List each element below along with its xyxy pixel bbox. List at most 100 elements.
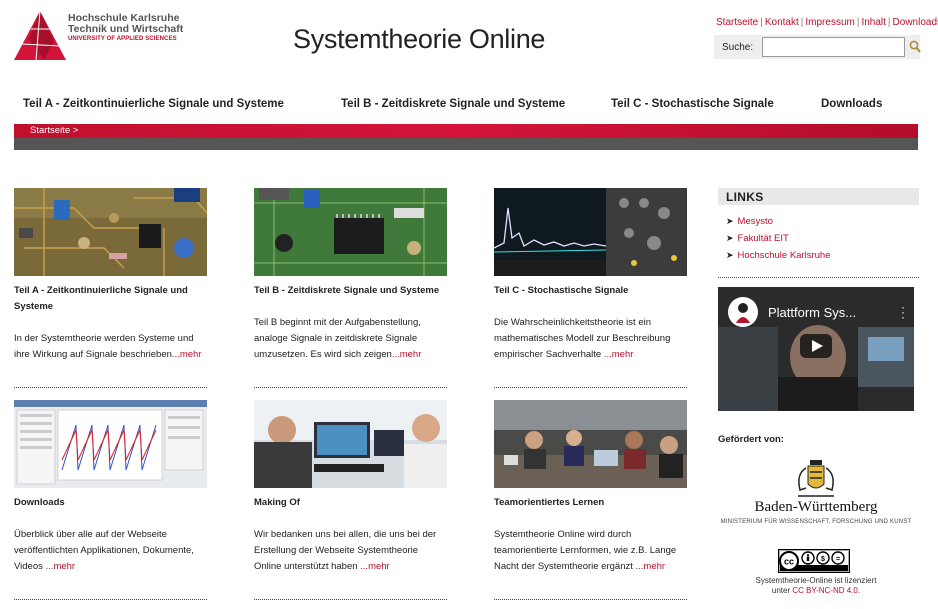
top-link-separator: | (800, 17, 804, 28)
svg-text:cc: cc (784, 557, 794, 567)
students-learning-image[interactable] (494, 400, 687, 488)
card-description: Überblick über alle auf der Webseite ver… (14, 529, 194, 572)
card-description: Die Wahrscheinlichkeitstheorie ist ein m… (494, 317, 671, 360)
card-title[interactable]: Teil A - Zeitkontinuierliche Signale und… (14, 283, 207, 315)
video-title[interactable]: Plattform Sys... (768, 305, 856, 320)
top-link-impressum[interactable]: Impressum (805, 17, 854, 28)
card-description: In der Systemtheorie werden Systeme und … (14, 333, 194, 360)
cc-license-badge[interactable]: cc $ = (778, 549, 850, 573)
more-link[interactable]: ...mehr (392, 349, 422, 360)
list-item: ➤ Hochschule Karlsruhe (726, 247, 830, 264)
funder-name: Baden-Württemberg (754, 499, 878, 515)
play-icon[interactable] (800, 334, 832, 358)
nav-teil-a[interactable]: Teil A - Zeitkontinuierliche Signale und… (23, 98, 284, 110)
funder-logo[interactable]: Baden-Württemberg MINISTERIUM FÜR WISSEN… (718, 460, 914, 530)
funded-by-label: Gefördert von: (718, 434, 784, 445)
nav-teil-b[interactable]: Teil B - Zeitdiskrete Signale und System… (341, 98, 565, 110)
card-title[interactable]: Teamorientiertes Lernen (494, 495, 687, 511)
list-item: ➤ Fakultät EIT (726, 230, 830, 247)
channel-avatar[interactable] (728, 297, 758, 327)
main-navigation: Teil A - Zeitkontinuierliche Signale und… (0, 98, 938, 116)
gray-divider-bar (14, 138, 918, 150)
university-logo[interactable]: Hochschule Karlsruhe Technik und Wirtsch… (14, 11, 184, 61)
search-icon[interactable] (909, 40, 921, 54)
top-link-kontakt[interactable]: Kontakt (765, 17, 799, 28)
card-divider (14, 387, 207, 388)
logo-line-2: Technik und Wirtschaft (68, 23, 184, 35)
card-title[interactable]: Making Of (254, 495, 447, 511)
logo-line-3: UNIVERSITY OF APPLIED SCIENCES (68, 36, 177, 42)
sidebar-divider (718, 277, 919, 278)
links-list: ➤ Mesysto ➤ Fakultät EIT ➤ Hochschule Karls… (726, 213, 830, 264)
coat-of-arms-icon (798, 460, 834, 497)
license-line-2: unter CC BY-NC-ND 4.0. (718, 586, 914, 596)
link-mesysto[interactable]: Mesysto (738, 216, 773, 227)
svg-text:$: $ (821, 556, 825, 563)
funder-ministry: MINISTERIUM FÜR WISSENSCHAFT, FORSCHUNG … (720, 519, 912, 525)
university-name: Hochschule Karlsruhe Technik und Wirtsch… (68, 13, 183, 43)
nav-teil-c[interactable]: Teil C - Stochastische Signale (611, 98, 774, 110)
top-link-downloads[interactable]: Downloads (893, 17, 938, 28)
search-label: Suche: (722, 42, 754, 53)
card-text: Wir bedanken uns bei allen, die uns bei … (254, 527, 447, 575)
card-making-of: Making Of Wir bedanken uns bei allen, di… (254, 400, 447, 600)
card-teil-b: Teil B - Zeitdiskrete Signale und System… (254, 188, 447, 388)
site-title: Systemtheorie Online (293, 24, 546, 54)
links-heading: LINKS (718, 188, 919, 205)
arrow-right-icon: ➤ (726, 250, 734, 260)
card-divider (254, 599, 447, 600)
card-description: Wir bedanken uns bei allen, die uns bei … (254, 529, 437, 572)
card-divider (14, 599, 207, 600)
top-link-startseite[interactable]: Startseite (716, 17, 758, 28)
card-text: Teil B beginnt mit der Aufgabenstellung,… (254, 315, 447, 363)
university-logo-icon (14, 11, 66, 61)
card-text: Systemtheorie Online wird durch teamorie… (494, 527, 687, 575)
license-link[interactable]: CC BY-NC-ND 4.0 (792, 586, 858, 595)
link-fakultaet-eit[interactable]: Fakultät EIT (738, 233, 789, 244)
card-downloads: Downloads Überblick über alle auf der We… (14, 400, 207, 600)
card-teil-a: Teil A - Zeitkontinuierliche Signale und… (14, 188, 207, 388)
breadcrumb[interactable]: Startseite > (30, 125, 78, 136)
license-text: Systemtheorie-Online ist lizenziert unte… (718, 576, 914, 595)
list-item: ➤ Mesysto (726, 213, 830, 230)
more-link[interactable]: ...mehr (172, 349, 202, 360)
more-link[interactable]: ...mehr (633, 561, 666, 572)
card-title[interactable]: Downloads (14, 495, 207, 511)
top-links: Startseite | Kontakt | Impressum | Inhalt | Down… (716, 17, 938, 28)
oscilloscope-image[interactable] (494, 188, 687, 276)
card-text: Die Wahrscheinlichkeitstheorie ist ein m… (494, 315, 687, 363)
svg-text:=: = (836, 556, 840, 563)
card-title[interactable]: Teil C - Stochastische Signale (494, 283, 687, 299)
card-divider (494, 387, 687, 388)
arrow-right-icon: ➤ (726, 233, 734, 243)
card-divider (494, 599, 687, 600)
breadcrumb-bar: Startseite > (14, 124, 918, 138)
arrow-right-icon: ➤ (726, 216, 734, 226)
card-text: In der Systemtheorie werden Systeme und … (14, 331, 207, 363)
license-line-1: Systemtheorie-Online ist lizenziert (755, 576, 877, 585)
search-input[interactable] (762, 37, 905, 57)
software-screenshot-image[interactable] (14, 400, 207, 488)
license-prefix: unter (771, 585, 793, 595)
nav-downloads[interactable]: Downloads (821, 98, 882, 110)
top-link-inhalt[interactable]: Inhalt (861, 17, 885, 28)
video-player[interactable]: Plattform Sys... · · · (718, 287, 914, 411)
card-divider (254, 387, 447, 388)
top-link-separator: | (760, 17, 763, 28)
more-options-icon[interactable]: · · · (901, 301, 905, 323)
microchip-image[interactable] (254, 188, 447, 276)
link-hochschule-karlsruhe[interactable]: Hochschule Karlsruhe (738, 250, 831, 261)
circuit-board-image[interactable] (14, 188, 207, 276)
card-text: Überblick über alle auf der Webseite ver… (14, 527, 207, 575)
search-box: Suche: (714, 35, 921, 59)
top-link-separator: | (856, 17, 860, 28)
team-at-computer-image[interactable] (254, 400, 447, 488)
more-link[interactable]: ...mehr (601, 349, 634, 360)
card-title[interactable]: Teil B - Zeitdiskrete Signale und System… (254, 283, 447, 299)
card-teamorientiertes-lernen: Teamorientiertes Lernen Systemtheorie On… (494, 400, 687, 600)
more-link[interactable]: ...mehr (358, 561, 390, 572)
card-teil-c: Teil C - Stochastische Signale Die Wahrs… (494, 188, 687, 388)
license-suffix: . (857, 585, 861, 595)
top-link-separator: | (887, 17, 891, 28)
more-link[interactable]: ...mehr (43, 561, 76, 572)
